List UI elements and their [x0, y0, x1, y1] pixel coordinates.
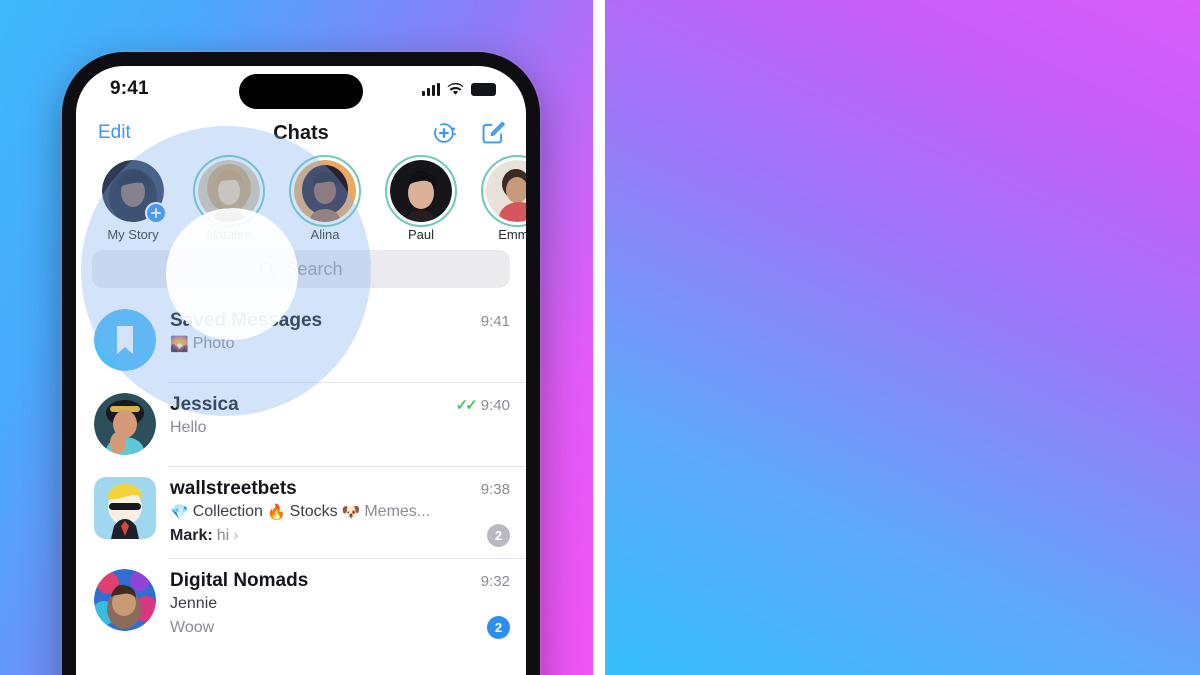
stories-row[interactable]: My Story Natalee Alina Paul Emm [76, 152, 526, 244]
chat-list[interactable]: Saved Messages 9:41 🌄 Photo Jessica ✓✓ 9… [76, 298, 526, 650]
gem-emoji: 💎 [170, 504, 189, 521]
avatar[interactable] [385, 155, 457, 227]
topic-label-memes: Memes... [364, 503, 431, 520]
chat-content: Digital Nomads 9:32 Jennie Woow 2 [170, 569, 510, 639]
avatar-image [94, 569, 156, 631]
chat-list-item-saved-messages[interactable]: Saved Messages 9:41 🌄 Photo [76, 298, 526, 382]
story-label: Paul [407, 227, 435, 242]
story-item-emma[interactable]: Emma [474, 155, 526, 242]
status-indicators [422, 82, 496, 96]
add-story-badge[interactable] [145, 202, 167, 224]
search-input[interactable]: Search [92, 250, 510, 288]
story-item-alina[interactable]: Alina [282, 155, 368, 242]
chat-title: wallstreetbets [170, 478, 297, 499]
chat-content: Saved Messages 9:41 🌄 Photo [170, 309, 510, 371]
story-label: Natalee [206, 227, 252, 242]
avatar-image [94, 393, 156, 455]
topic-label-collection: Collection [192, 503, 263, 520]
chat-timestamp: 9:40 [480, 396, 510, 414]
add-story-icon[interactable] [432, 120, 458, 146]
chat-preview-text: Photo [192, 335, 235, 352]
chat-timestamp: 9:32 [480, 573, 510, 590]
chat-content: wallstreetbets 9:38 💎 Collection 🔥 Stock… [170, 477, 510, 547]
search-container: Search [76, 244, 526, 298]
page-title: Chats [273, 121, 329, 144]
chat-preview: 🌄 Photo [170, 335, 510, 353]
chat-title: Saved Messages [170, 310, 323, 331]
avatar-image [390, 160, 452, 222]
chat-last-message: Mark: hi › 2 [170, 524, 510, 547]
left-phone-frame: 9:41 Edit Chats My Story Natalee Alina P… [62, 52, 540, 675]
fire-emoji: 🔥 [266, 504, 286, 521]
right-showcase-panel: 9:41 B [605, 0, 1200, 675]
message-arrow-icon: › [233, 526, 239, 544]
avatar [94, 309, 156, 371]
topic-label-stocks: Stocks [289, 503, 338, 520]
screenshot-stage: 9:41 Edit Chats My Story Natalee Alina P… [0, 0, 1200, 675]
left-showcase-panel: 9:41 Edit Chats My Story Natalee Alina P… [0, 0, 593, 675]
photo-emoji: 🌄 [170, 336, 189, 353]
avatar[interactable] [102, 160, 167, 224]
compose-icon[interactable] [480, 120, 506, 146]
chat-content: Jessica ✓✓ 9:40 Hello [170, 393, 510, 455]
status-time: 9:41 [110, 78, 149, 99]
story-label: My Story [107, 227, 159, 242]
chat-list-item-wallstreetbets[interactable]: wallstreetbets 9:38 💎 Collection 🔥 Stock… [76, 466, 526, 558]
dynamic-island [239, 74, 363, 109]
read-receipt-icon: ✓✓ [455, 397, 478, 414]
chat-topics: 💎 Collection 🔥 Stocks 🐶 Memes... [170, 503, 510, 521]
panel-divider [593, 0, 605, 675]
chat-title: Digital Nomads [170, 570, 309, 591]
search-placeholder: Search [285, 258, 343, 279]
story-item-paul[interactable]: Paul [378, 155, 464, 242]
avatar-image [94, 477, 156, 539]
dog-emoji: 🐶 [341, 504, 361, 521]
message-text: Woow [170, 618, 215, 636]
unread-badge: 2 [487, 616, 510, 639]
avatar-image [486, 160, 526, 222]
bookmark-icon [94, 309, 156, 371]
chat-title: Jessica [170, 394, 239, 415]
chat-timestamp: 9:41 [480, 313, 510, 330]
story-item-my-story[interactable]: My Story [90, 160, 176, 242]
chat-preview: Hello [170, 419, 510, 437]
unread-badge: 2 [487, 524, 510, 547]
cellular-bars-icon [422, 82, 440, 96]
story-label: Emma [498, 227, 526, 242]
story-item-natalee[interactable]: Natalee [186, 155, 272, 242]
wifi-icon [447, 82, 464, 95]
chat-last-message: Woow 2 [170, 616, 510, 639]
avatar [94, 569, 156, 631]
battery-icon [471, 82, 496, 96]
chat-list-item-digital-nomads[interactable]: Digital Nomads 9:32 Jennie Woow 2 [76, 558, 526, 650]
avatar[interactable] [193, 155, 265, 227]
avatar[interactable] [289, 155, 361, 227]
chat-preview-text: Hello [170, 419, 207, 436]
story-label: Alina [310, 227, 340, 242]
edit-button[interactable]: Edit [98, 122, 131, 144]
left-phone-screen: 9:41 Edit Chats My Story Natalee Alina P… [76, 66, 526, 675]
search-icon [260, 261, 276, 277]
left-status-bar: 9:41 [76, 66, 526, 112]
avatar[interactable] [481, 155, 526, 227]
avatar-image [294, 160, 356, 222]
chat-list-item-jessica[interactable]: Jessica ✓✓ 9:40 Hello [76, 382, 526, 466]
navbar-actions [432, 120, 506, 146]
avatar [94, 477, 156, 539]
avatar-image [198, 160, 260, 222]
message-sender: Mark: [170, 526, 213, 544]
message-sender: Jennie [170, 595, 218, 612]
avatar [94, 393, 156, 455]
chat-timestamp: 9:38 [480, 481, 510, 498]
message-text: hi [216, 526, 230, 544]
chats-navbar: Edit Chats [76, 112, 526, 152]
